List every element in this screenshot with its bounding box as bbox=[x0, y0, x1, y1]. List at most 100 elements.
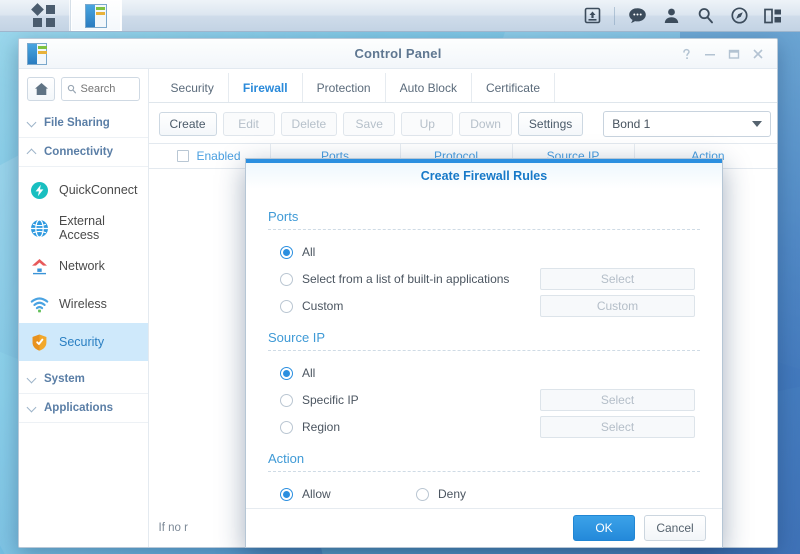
source-ip-option-specific[interactable]: Specific IP Select bbox=[268, 387, 700, 413]
interface-select-value: Bond 1 bbox=[612, 117, 651, 131]
taskbar-main-menu-button[interactable] bbox=[18, 0, 70, 31]
radio-source-ip-specific[interactable] bbox=[280, 393, 293, 407]
option-label: Specific IP bbox=[302, 393, 359, 408]
ports-builtin-select-button[interactable]: Select bbox=[540, 268, 695, 291]
option-label: Custom bbox=[302, 299, 344, 314]
wireless-icon bbox=[29, 294, 49, 314]
section-divider bbox=[268, 471, 700, 473]
widgets-icon[interactable] bbox=[756, 0, 790, 32]
ok-button[interactable]: OK bbox=[573, 515, 635, 542]
source-ip-option-all[interactable]: All bbox=[268, 360, 700, 386]
option-label: Allow bbox=[302, 487, 331, 502]
edit-button[interactable]: Edit bbox=[222, 112, 275, 136]
radio-source-ip-region[interactable] bbox=[280, 420, 293, 434]
action-option-deny[interactable]: Deny bbox=[416, 487, 466, 501]
toolbar: Create Edit Delete Save Up Down Settings… bbox=[149, 103, 777, 143]
person-icon[interactable] bbox=[654, 0, 688, 32]
radio-ports-builtin[interactable] bbox=[280, 272, 293, 286]
ports-option-all[interactable]: All bbox=[268, 239, 700, 265]
delete-button[interactable]: Delete bbox=[280, 112, 338, 136]
tab-protection[interactable]: Protection bbox=[303, 73, 386, 102]
home-icon bbox=[34, 83, 48, 95]
search-icon[interactable] bbox=[688, 0, 722, 32]
tab-bar: Security Firewall Protection Auto Block … bbox=[148, 73, 777, 103]
sidebar-item-external-access[interactable]: External Access bbox=[19, 209, 148, 247]
sidebar-item-label: Security bbox=[59, 335, 105, 349]
shield-icon bbox=[29, 332, 49, 352]
option-label: Deny bbox=[438, 487, 467, 502]
ports-option-builtin[interactable]: Select from a list of built-in applicati… bbox=[268, 266, 700, 292]
settings-button[interactable]: Settings bbox=[517, 112, 584, 136]
sidebar-group-applications[interactable]: Applications bbox=[19, 394, 148, 423]
sidebar-group-system[interactable]: System bbox=[19, 365, 148, 394]
radio-source-ip-all[interactable] bbox=[280, 366, 293, 380]
option-label: Select from a list of built-in applicati… bbox=[302, 272, 510, 287]
sidebar-item-network[interactable]: Network bbox=[19, 247, 148, 285]
save-button[interactable]: Save bbox=[343, 112, 396, 136]
action-option-allow[interactable]: Allow bbox=[268, 487, 416, 501]
tab-security[interactable]: Security bbox=[157, 73, 229, 102]
search-icon bbox=[67, 84, 77, 94]
source-ip-option-region[interactable]: Region Select bbox=[268, 414, 700, 440]
interface-select-wrapper: Bond 1 bbox=[603, 111, 772, 137]
sidebar-item-quickconnect[interactable]: QuickConnect bbox=[19, 171, 148, 209]
taskbar-control-panel-button[interactable] bbox=[70, 0, 122, 31]
source-ip-specific-select-button[interactable]: Select bbox=[540, 389, 695, 412]
tab-firewall[interactable]: Firewall bbox=[229, 73, 303, 102]
sidebar-item-security[interactable]: Security bbox=[19, 323, 148, 361]
dialog-body: Ports All Select from a list of built-in… bbox=[246, 189, 722, 508]
source-ip-region-select-button[interactable]: Select bbox=[540, 416, 695, 439]
sidebar-item-label: Wireless bbox=[59, 297, 107, 311]
ports-option-custom[interactable]: Custom Custom bbox=[268, 293, 700, 319]
section-title-action: Action bbox=[268, 451, 305, 467]
radio-action-allow[interactable] bbox=[280, 487, 293, 501]
radio-action-deny[interactable] bbox=[416, 487, 429, 501]
network-icon bbox=[29, 256, 49, 276]
close-button[interactable] bbox=[747, 43, 769, 65]
sidebar-group-file-sharing[interactable]: File Sharing bbox=[19, 109, 148, 138]
sidebar-group-connectivity[interactable]: Connectivity bbox=[19, 138, 148, 167]
page-title: Control Panel bbox=[354, 46, 442, 61]
chevron-up-icon bbox=[27, 147, 37, 157]
option-label: Region bbox=[302, 420, 341, 435]
compass-icon[interactable] bbox=[722, 0, 756, 32]
chevron-down-icon bbox=[752, 121, 763, 127]
taskbar-spacer bbox=[122, 0, 575, 31]
quickconnect-icon bbox=[29, 180, 49, 200]
down-button[interactable]: Down bbox=[459, 112, 512, 136]
cancel-button[interactable]: Cancel bbox=[644, 515, 706, 542]
control-panel-icon bbox=[85, 3, 107, 28]
maximize-button[interactable] bbox=[723, 43, 745, 65]
radio-ports-custom[interactable] bbox=[280, 299, 293, 313]
create-firewall-rules-dialog: Create Firewall Rules Ports All Select f… bbox=[245, 158, 723, 548]
up-button[interactable]: Up bbox=[401, 112, 454, 136]
minimize-button[interactable] bbox=[699, 43, 721, 65]
taskbar-divider bbox=[614, 6, 615, 25]
sidebar-item-label: Network bbox=[59, 259, 105, 273]
action-options-row: Allow Deny bbox=[268, 481, 700, 507]
sidebar-group-label: File Sharing bbox=[44, 117, 110, 129]
option-label: All bbox=[302, 366, 316, 381]
chat-bubble-icon[interactable] bbox=[620, 0, 654, 32]
option-label: All bbox=[302, 245, 316, 260]
window-titlebar[interactable]: Control Panel bbox=[19, 39, 777, 69]
search-input[interactable] bbox=[80, 83, 134, 95]
interface-select[interactable]: Bond 1 bbox=[603, 111, 772, 137]
tab-auto-block[interactable]: Auto Block bbox=[386, 73, 472, 102]
chevron-down-icon bbox=[27, 118, 37, 128]
window-controls bbox=[675, 43, 769, 65]
radio-ports-all[interactable] bbox=[280, 245, 293, 259]
create-button[interactable]: Create bbox=[158, 112, 217, 136]
select-all-checkbox[interactable] bbox=[177, 150, 190, 162]
search-input-wrapper[interactable] bbox=[61, 77, 140, 101]
help-button[interactable] bbox=[675, 43, 697, 65]
column-label: Enabled bbox=[196, 149, 241, 163]
tab-certificate[interactable]: Certificate bbox=[472, 73, 555, 102]
home-button[interactable] bbox=[27, 77, 55, 101]
sidebar-group-label: Connectivity bbox=[44, 146, 114, 158]
footer-note: If no r bbox=[158, 522, 188, 534]
upload-icon[interactable] bbox=[575, 0, 609, 32]
ports-custom-button[interactable]: Custom bbox=[540, 295, 695, 318]
sidebar-item-wireless[interactable]: Wireless bbox=[19, 285, 148, 323]
globe-icon bbox=[29, 218, 49, 238]
